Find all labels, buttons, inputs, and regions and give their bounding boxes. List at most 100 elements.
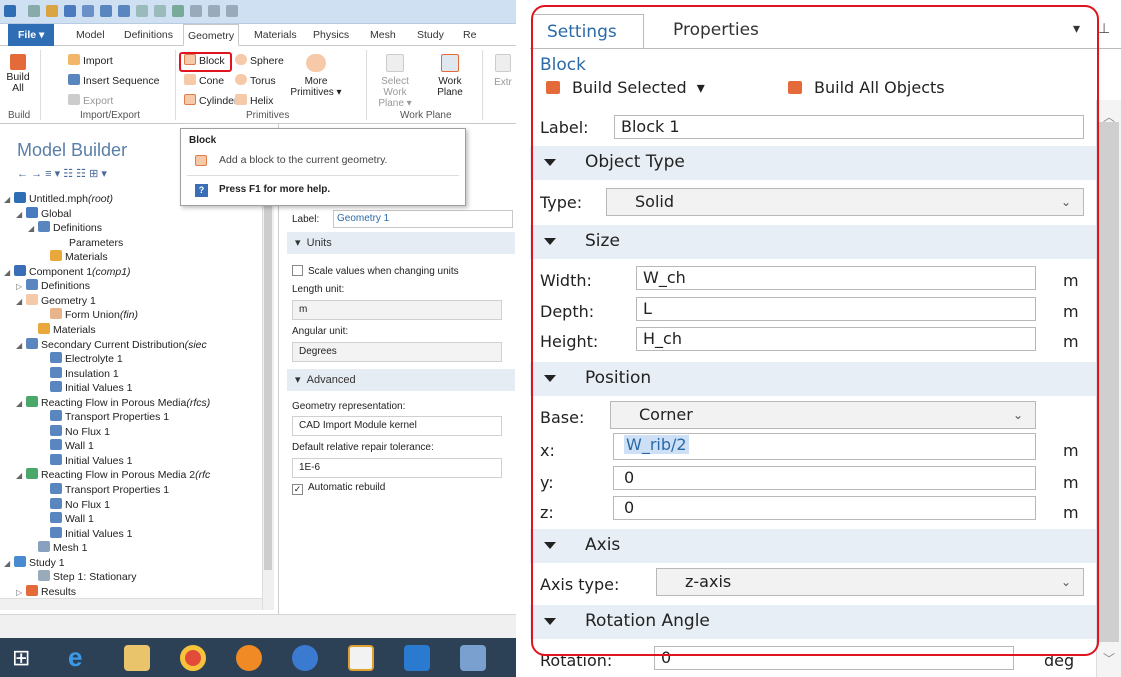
length-unit-select[interactable]: m (292, 300, 502, 320)
remote-desktop-icon[interactable] (404, 645, 430, 671)
geometry-label-input[interactable]: Geometry 1 (333, 210, 513, 228)
model-tree-hscrollbar[interactable] (0, 598, 262, 610)
torus-button[interactable]: Torus (235, 74, 276, 87)
cone-button[interactable]: Cone (184, 74, 224, 87)
tree-item[interactable]: ◢ Study 1 (4, 555, 65, 569)
z-input[interactable]: 0 (613, 496, 1036, 520)
pin-icon[interactable]: ⊥ (1098, 20, 1110, 37)
tree-item[interactable]: Step 1: Stationary (28, 570, 136, 583)
insert-sequence-button[interactable]: Insert Sequence (68, 74, 159, 87)
expand-toggle-icon[interactable]: ◢ (16, 399, 26, 408)
layout-icon[interactable] (208, 5, 220, 17)
y-input[interactable]: 0 (613, 466, 1036, 490)
export-button[interactable]: Export (68, 94, 113, 107)
expand-toggle-icon[interactable]: ◢ (28, 224, 38, 233)
rotation-section-header[interactable]: Rotation Angle (530, 605, 1096, 639)
options-icon[interactable]: ⊞ ▾ (89, 168, 107, 180)
tab-definitions[interactable]: Definitions (120, 24, 177, 46)
tree-item[interactable]: No Flux 1 (40, 424, 110, 438)
build-selected-button[interactable]: Build Selected ▾ (546, 78, 705, 97)
save-icon[interactable] (64, 5, 76, 17)
height-input[interactable]: H_ch (636, 327, 1036, 351)
tree-item[interactable]: Initial Values 1 (40, 381, 133, 394)
tree-item[interactable]: Transport Properties 1 (40, 410, 169, 423)
checkbox-box[interactable] (292, 265, 303, 276)
expand-toggle-icon[interactable]: ▷ (16, 282, 26, 291)
width-input[interactable]: W_ch (636, 266, 1036, 290)
tree-item[interactable]: ◢ Secondary Current Distribution(siec (16, 337, 207, 351)
expand-toggle-icon[interactable]: ◢ (16, 297, 26, 306)
firefox-icon[interactable] (236, 645, 262, 671)
axis-section-header[interactable]: Axis (530, 529, 1096, 563)
comsol-taskbar-icon[interactable] (292, 645, 318, 671)
extrude-button[interactable]: Extr (490, 54, 516, 88)
settings-scrollbar-thumb[interactable] (1098, 122, 1119, 642)
tab-materials[interactable]: Materials (250, 24, 301, 46)
checkbox-checked-icon[interactable]: ✓ (292, 484, 303, 495)
model-tree-scrollbar-thumb[interactable] (264, 190, 272, 570)
chrome-icon[interactable] (180, 645, 206, 671)
redo-icon[interactable] (118, 5, 130, 17)
store-icon[interactable] (348, 645, 374, 671)
scale-values-checkbox[interactable]: Scale values when changing units (292, 265, 459, 277)
paste-icon[interactable] (154, 5, 166, 17)
axis-type-select[interactable]: z-axis ⌄ (656, 568, 1084, 596)
tab-mesh[interactable]: Mesh (366, 24, 400, 46)
tab-model[interactable]: Model (72, 24, 109, 46)
units-section-header[interactable]: ▾ Units (287, 232, 515, 254)
expand-icon[interactable]: ☷ (76, 168, 86, 180)
helix-button[interactable]: Helix (235, 94, 273, 107)
show-more-icon[interactable]: ≡ ▾ (45, 168, 60, 180)
work-plane-button[interactable]: Work Plane (432, 54, 468, 98)
expand-toggle-icon[interactable]: ◢ (16, 341, 26, 350)
expand-toggle-icon[interactable]: ◢ (4, 195, 14, 204)
expand-toggle-icon[interactable]: ◢ (4, 559, 14, 568)
object-type-section-header[interactable]: Object Type (530, 146, 1096, 180)
tab-study[interactable]: Study (413, 24, 448, 46)
tab-properties[interactable]: Properties (673, 20, 759, 40)
advanced-section-header[interactable]: ▾ Advanced (287, 369, 515, 391)
tree-item[interactable]: Insulation 1 (40, 366, 119, 380)
tree-item[interactable]: Transport Properties 1 (40, 483, 169, 496)
open-icon[interactable] (46, 5, 58, 17)
auto-rebuild-checkbox[interactable]: ✓ Automatic rebuild (292, 482, 385, 495)
tree-item[interactable]: ◢ Global (16, 206, 71, 220)
internet-explorer-icon[interactable]: e (68, 644, 94, 671)
tree-item[interactable]: ◢ Definitions (28, 221, 102, 234)
windows-icon[interactable] (190, 5, 202, 17)
tab-geometry[interactable]: Geometry (183, 24, 240, 46)
collapse-icon[interactable]: ☷ (63, 168, 73, 180)
tab-results[interactable]: Re (459, 24, 480, 46)
angular-unit-select[interactable]: Degrees (292, 342, 502, 362)
scroll-up-icon[interactable]: ︿ (1103, 108, 1115, 125)
new-icon[interactable] (28, 5, 40, 17)
tree-item[interactable]: Wall 1 (40, 439, 94, 452)
tree-item[interactable]: ▷ Definitions (16, 279, 90, 292)
tree-item[interactable]: Electrolyte 1 (40, 352, 123, 365)
windows-start-icon[interactable]: ⊞ (12, 645, 38, 671)
tree-item[interactable]: Materials (28, 322, 96, 336)
depth-input[interactable]: L (636, 297, 1036, 321)
tree-item[interactable]: ◢ Geometry 1 (16, 293, 96, 307)
tree-item[interactable]: Parameters (44, 235, 123, 249)
tab-settings[interactable]: Settings (532, 14, 644, 48)
chevron-down-icon[interactable]: ▾ (1073, 20, 1080, 37)
paint-icon[interactable] (460, 645, 486, 671)
tab-physics[interactable]: Physics (309, 24, 353, 46)
tree-item[interactable]: Materials (40, 250, 108, 263)
expand-toggle-icon[interactable]: ◢ (16, 210, 26, 219)
base-select[interactable]: Corner ⌄ (610, 401, 1036, 429)
label-input[interactable]: Block 1 (614, 115, 1084, 139)
tree-item[interactable]: ▷ Results (16, 584, 76, 598)
scroll-down-icon[interactable]: ﹀ (1103, 650, 1115, 667)
tree-item[interactable]: Mesh 1 (28, 541, 87, 554)
geometry-representation-select[interactable]: CAD Import Module kernel (292, 416, 502, 436)
repair-tolerance-input[interactable]: 1E-6 (292, 458, 502, 478)
position-section-header[interactable]: Position (530, 362, 1096, 396)
tree-item[interactable]: Initial Values 1 (40, 526, 133, 540)
expand-toggle-icon[interactable]: ◢ (4, 268, 14, 277)
undo-icon[interactable] (100, 5, 112, 17)
build-all-objects-button[interactable]: Build All Objects (788, 78, 945, 97)
save-as-icon[interactable] (82, 5, 94, 17)
type-select[interactable]: Solid ⌄ (606, 188, 1084, 216)
